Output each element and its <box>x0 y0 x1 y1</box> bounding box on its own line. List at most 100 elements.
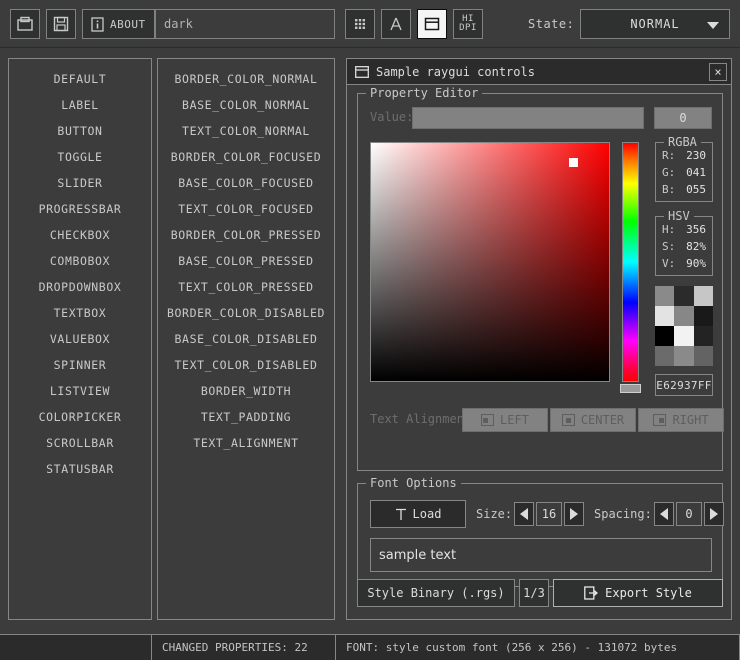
align-center-button[interactable]: CENTER <box>550 408 636 432</box>
property-list-item-1[interactable]: BASE_COLOR_NORMAL <box>158 92 334 118</box>
control-list-item-1[interactable]: LABEL <box>9 92 151 118</box>
align-left-label: LEFT <box>500 413 529 427</box>
property-list-item-2[interactable]: TEXT_COLOR_NORMAL <box>158 118 334 144</box>
arrow-right-icon <box>710 508 718 520</box>
arrow-left-icon <box>660 508 668 520</box>
rgba-group-label: RGBA <box>664 135 701 149</box>
property-list-item-11[interactable]: TEXT_COLOR_DISABLED <box>158 352 334 378</box>
property-list-item-12[interactable]: BORDER_WIDTH <box>158 378 334 404</box>
statusbar-changed-properties: CHANGED PROPERTIES: 22 <box>152 635 336 660</box>
hsv-value-0[interactable]: 356 <box>686 223 706 236</box>
hsv-value-1[interactable]: 82% <box>686 240 706 253</box>
export-style-button[interactable]: Export Style <box>553 579 723 607</box>
toggle-font-button[interactable] <box>381 9 411 39</box>
font-spacing-value[interactable]: 0 <box>676 502 702 526</box>
control-list-item-12[interactable]: LISTVIEW <box>9 378 151 404</box>
hex-color-input[interactable]: E62937FF <box>655 374 713 396</box>
page-indicator: 1/3 <box>519 579 549 607</box>
palette-swatch-10[interactable] <box>674 346 693 366</box>
palette-swatch-2[interactable] <box>694 286 713 306</box>
property-list-item-8[interactable]: TEXT_COLOR_PRESSED <box>158 274 334 300</box>
property-list-item-13[interactable]: TEXT_PADDING <box>158 404 334 430</box>
color-picker-hue-handle[interactable] <box>620 384 641 393</box>
property-list-item-0[interactable]: BORDER_COLOR_NORMAL <box>158 66 334 92</box>
font-spacing-spinner[interactable]: 0 <box>654 502 724 526</box>
palette-swatch-6[interactable] <box>655 326 674 346</box>
palette-swatch-3[interactable] <box>655 306 674 326</box>
rgba-value-1[interactable]: 041 <box>686 166 706 179</box>
control-list-item-6[interactable]: CHECKBOX <box>9 222 151 248</box>
palette-swatch-4[interactable] <box>674 306 693 326</box>
control-list-item-9[interactable]: TEXTBOX <box>9 300 151 326</box>
save-style-button[interactable] <box>46 9 76 39</box>
palette-swatch-8[interactable] <box>694 326 713 346</box>
palette-swatch-7[interactable] <box>674 326 693 346</box>
statusbar-empty-cell <box>0 635 152 660</box>
font-size-value[interactable]: 16 <box>536 502 562 526</box>
control-list-item-13[interactable]: COLORPICKER <box>9 404 151 430</box>
rgba-row-1: G:041 <box>656 164 712 181</box>
control-list-item-4[interactable]: SLIDER <box>9 170 151 196</box>
font-size-increment-button[interactable] <box>564 502 584 526</box>
close-icon[interactable]: × <box>709 63 727 81</box>
properties-list[interactable]: BORDER_COLOR_NORMALBASE_COLOR_NORMALTEXT… <box>157 58 335 620</box>
control-list-item-7[interactable]: COMBOBOX <box>9 248 151 274</box>
control-list-item-0[interactable]: DEFAULT <box>9 66 151 92</box>
property-list-item-10[interactable]: BASE_COLOR_DISABLED <box>158 326 334 352</box>
style-binary-button[interactable]: Style Binary (.rgs) <box>357 579 515 607</box>
property-list-item-7[interactable]: BASE_COLOR_PRESSED <box>158 248 334 274</box>
color-palette[interactable] <box>655 286 713 366</box>
grid-icon <box>352 16 368 32</box>
align-right-button[interactable]: RIGHT <box>638 408 724 432</box>
info-icon <box>91 17 104 32</box>
align-right-label: RIGHT <box>672 413 708 427</box>
palette-swatch-11[interactable] <box>694 346 713 366</box>
font-spacing-increment-button[interactable] <box>704 502 724 526</box>
value-slider[interactable] <box>412 107 644 129</box>
control-list-item-5[interactable]: PROGRESSBAR <box>9 196 151 222</box>
property-list-item-3[interactable]: BORDER_COLOR_FOCUSED <box>158 144 334 170</box>
hidpi-button[interactable]: HI DPI <box>453 9 483 39</box>
controls-list[interactable]: DEFAULTLABELBUTTONTOGGLESLIDERPROGRESSBA… <box>8 58 152 620</box>
control-list-item-8[interactable]: DROPDOWNBOX <box>9 274 151 300</box>
color-picker-sv-area[interactable] <box>370 142 610 382</box>
toggle-grid-button[interactable] <box>345 9 375 39</box>
open-style-button[interactable] <box>10 9 40 39</box>
font-spacing-decrement-button[interactable] <box>654 502 674 526</box>
property-list-item-4[interactable]: BASE_COLOR_FOCUSED <box>158 170 334 196</box>
rgba-value-0[interactable]: 230 <box>686 149 706 162</box>
palette-swatch-9[interactable] <box>655 346 674 366</box>
open-folder-icon <box>17 16 33 32</box>
load-font-button[interactable]: Load <box>370 500 466 528</box>
font-size-decrement-button[interactable] <box>514 502 534 526</box>
control-list-item-15[interactable]: STATUSBAR <box>9 456 151 482</box>
state-dropdown[interactable]: NORMAL <box>580 9 730 39</box>
control-list-item-10[interactable]: VALUEBOX <box>9 326 151 352</box>
about-button[interactable]: ABOUT <box>82 9 155 39</box>
control-list-item-3[interactable]: TOGGLE <box>9 144 151 170</box>
font-size-spinner[interactable]: 16 <box>514 502 584 526</box>
window-title: Sample raygui controls <box>376 65 535 79</box>
align-left-button[interactable]: LEFT <box>462 408 548 432</box>
palette-swatch-1[interactable] <box>674 286 693 306</box>
rgba-group: RGBA R:230G:041B:055 <box>655 142 713 202</box>
color-picker-hue-bar[interactable] <box>622 142 639 382</box>
rgba-value-2[interactable]: 055 <box>686 183 706 196</box>
property-list-item-14[interactable]: TEXT_ALIGNMENT <box>158 430 334 456</box>
font-letter-a-icon <box>388 16 404 32</box>
color-picker-cursor[interactable] <box>569 158 578 167</box>
hsv-name-1: S: <box>662 240 675 253</box>
style-name-input[interactable] <box>155 9 335 39</box>
control-list-item-11[interactable]: SPINNER <box>9 352 151 378</box>
toggle-controls-window-button[interactable] <box>417 9 447 39</box>
palette-swatch-5[interactable] <box>694 306 713 326</box>
property-list-item-6[interactable]: BORDER_COLOR_PRESSED <box>158 222 334 248</box>
hsv-value-2[interactable]: 90% <box>686 257 706 270</box>
control-list-item-2[interactable]: BUTTON <box>9 118 151 144</box>
value-number-box[interactable]: 0 <box>654 107 712 129</box>
property-list-item-5[interactable]: TEXT_COLOR_FOCUSED <box>158 196 334 222</box>
palette-swatch-0[interactable] <box>655 286 674 306</box>
sample-text-input[interactable] <box>370 538 712 572</box>
property-list-item-9[interactable]: BORDER_COLOR_DISABLED <box>158 300 334 326</box>
control-list-item-14[interactable]: SCROLLBAR <box>9 430 151 456</box>
